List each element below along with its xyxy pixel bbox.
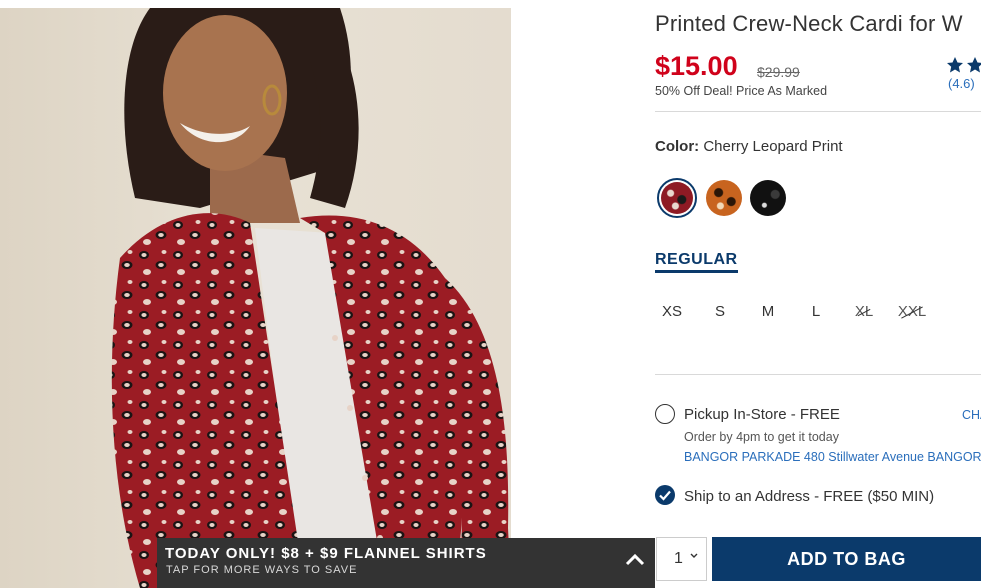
ship-label: Ship to an Address - FREE ($50 MIN) <box>684 488 935 505</box>
pickup-deadline: Order by 4pm to get it today <box>684 430 839 444</box>
size-label: M <box>761 303 775 320</box>
chevron-up-icon[interactable] <box>625 552 645 566</box>
divider <box>655 111 981 112</box>
product-title: Printed Crew-Neck Cardi for W <box>655 11 963 36</box>
original-price: $29.99 <box>757 64 800 80</box>
tab-regular[interactable]: REGULAR <box>655 251 738 273</box>
divider <box>655 374 981 375</box>
ship-radio[interactable] <box>655 485 675 505</box>
deal-text: 50% Off Deal! Price As Marked <box>655 84 828 98</box>
quantity-select[interactable]: 1 <box>656 537 707 581</box>
add-to-bag-button[interactable]: ADD TO BAG <box>712 537 981 581</box>
swatch-cherry-leopard-print[interactable] <box>657 178 697 218</box>
rating-count[interactable]: (4.6) <box>948 76 975 91</box>
color-label: Color: <box>655 138 700 155</box>
color-label-row: Color: Cherry Leopard Print <box>655 138 843 155</box>
chevron-down-icon <box>690 553 698 558</box>
size-option-l[interactable]: L <box>798 303 834 320</box>
pickup-store-link[interactable]: BANGOR PARKADE 480 Stillwater Avenue BAN… <box>684 450 981 464</box>
rating-stars-icon[interactable] <box>946 56 981 74</box>
swatch-black-print[interactable] <box>750 180 786 216</box>
swatch-tan-leopard-print[interactable] <box>706 180 742 216</box>
sale-price: $15.00 <box>655 51 738 81</box>
promo-subtitle: TAP FOR MORE WAYS TO SAVE <box>166 564 358 576</box>
size-option-xs[interactable]: XS <box>654 303 690 320</box>
size-label: L <box>811 303 821 320</box>
size-label: XS <box>661 303 682 320</box>
change-store-link[interactable]: CHA <box>962 408 981 422</box>
size-label-wrap: XL <box>855 303 873 320</box>
size-option-s[interactable]: S <box>702 303 738 320</box>
size-label-wrap: XXL <box>898 303 926 320</box>
quantity-value: 1 <box>674 550 683 567</box>
product-photo-illustration <box>111 8 511 588</box>
size-option-m[interactable]: M <box>750 303 786 320</box>
size-label: S <box>714 303 725 320</box>
promo-banner[interactable]: TODAY ONLY! $8 + $9 FLANNEL SHIRTS TAP F… <box>157 538 655 588</box>
pickup-radio[interactable] <box>655 404 675 424</box>
selected-color-name: Cherry Leopard Print <box>703 138 843 155</box>
swatch-fill <box>661 182 693 214</box>
size-option-xxl-unavailable[interactable]: XXL <box>894 303 930 320</box>
checkmark-icon <box>659 490 671 501</box>
size-option-xl-unavailable[interactable]: XL <box>846 303 882 320</box>
product-image[interactable] <box>0 8 511 588</box>
promo-title: TODAY ONLY! $8 + $9 FLANNEL SHIRTS <box>165 545 487 562</box>
pickup-label: Pickup In-Store - FREE <box>684 406 840 423</box>
